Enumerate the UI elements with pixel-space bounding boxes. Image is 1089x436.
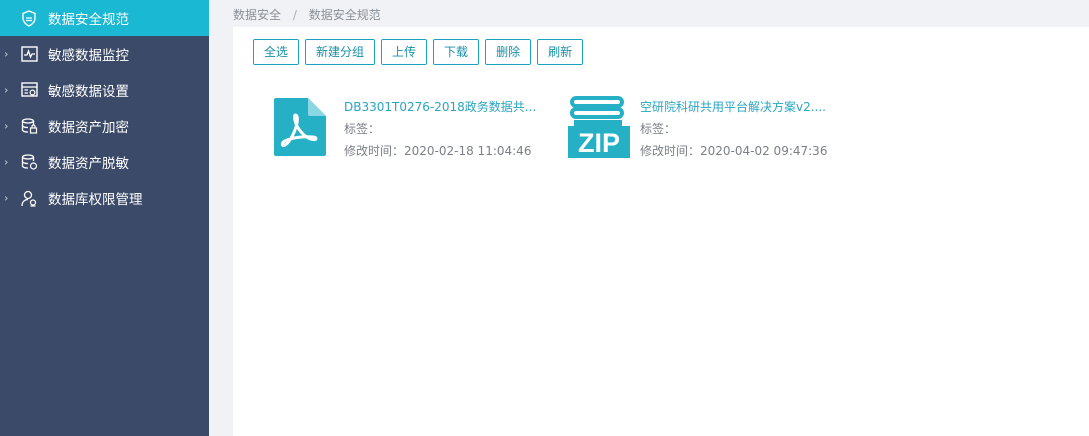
chevron-right-icon: › [4,155,9,169]
svg-text:ZIP: ZIP [578,128,620,158]
file-tag-label: 标签： [640,122,677,136]
download-button[interactable]: 下载 [433,39,480,65]
user-permission-icon [20,189,38,207]
file-modified-time: 修改时间：2020-02-18 11:04:46 [344,144,532,158]
file-name[interactable]: DB3301T0276-2018政务数据共... [344,98,536,115]
shield-icon [20,9,38,27]
select-all-button[interactable]: 全选 [253,39,300,65]
breadcrumb: 数据安全 / 数据安全规范 [233,6,381,23]
zip-file-icon[interactable]: ZIP [568,96,630,158]
sidebar-item-db-permission[interactable]: › 数据库权限管理 [0,180,209,216]
chevron-right-icon: › [4,119,9,133]
file-item[interactable]: DB3301T0276-2018政务数据共... 标签： 修改时间：2020-0… [272,96,542,162]
sidebar-item-label: 敏感数据监控 [48,48,129,64]
file-item[interactable]: ZIP 空研院科研共用平台解决方案v2.... 标签： 修改时间：2020-04… [568,96,848,162]
sidebar-item-sensitive-settings[interactable]: › 敏感数据设置 [0,72,209,108]
settings-panel-icon [20,81,38,99]
sidebar: 数据安全规范 › 敏感数据监控 › 敏感数据设置 › 数据资产加密 › 数据资产… [0,0,209,436]
sidebar-item-label: 数据资产脱敏 [48,156,129,172]
database-lock-icon [20,117,38,135]
toolbar: 全选 新建分组 上传 下载 删除 刷新 [253,39,584,65]
upload-button[interactable]: 上传 [381,39,428,65]
new-group-button[interactable]: 新建分组 [305,39,376,65]
database-mask-icon [20,153,38,171]
topbar: 数据安全 / 数据安全规范 [209,0,1089,27]
monitor-icon [20,45,38,63]
sidebar-item-data-security-spec[interactable]: 数据安全规范 [0,0,209,36]
sidebar-item-asset-desensitize[interactable]: › 数据资产脱敏 [0,144,209,180]
file-modified-time: 修改时间：2020-04-02 09:47:36 [640,144,828,158]
breadcrumb-root[interactable]: 数据安全 [233,8,281,22]
pdf-file-icon[interactable] [272,96,334,158]
breadcrumb-current: 数据安全规范 [308,8,381,22]
sidebar-item-label: 数据库权限管理 [48,192,143,208]
sidebar-item-asset-encrypt[interactable]: › 数据资产加密 [0,108,209,144]
chevron-right-icon: › [4,83,9,97]
main-content: 全选 新建分组 上传 下载 删除 刷新 DB3301T0276-2018政务数据… [233,27,1089,436]
file-tag-label: 标签： [344,122,381,136]
refresh-button[interactable]: 刷新 [537,39,584,65]
sidebar-item-sensitive-monitor[interactable]: › 敏感数据监控 [0,36,209,72]
chevron-right-icon: › [4,191,9,205]
sidebar-item-label: 数据安全规范 [48,12,129,28]
breadcrumb-separator: / [292,8,297,22]
chevron-right-icon: › [4,47,9,61]
delete-button[interactable]: 删除 [485,39,532,65]
sidebar-item-label: 敏感数据设置 [48,84,129,100]
sidebar-item-label: 数据资产加密 [48,120,129,136]
file-name[interactable]: 空研院科研共用平台解决方案v2.... [640,98,826,115]
